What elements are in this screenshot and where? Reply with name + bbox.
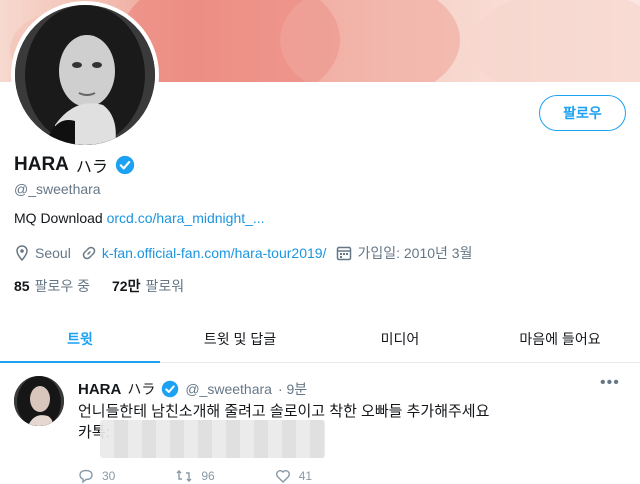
tab-tweets-replies[interactable]: 트윗 및 답글 bbox=[160, 316, 320, 362]
profile-handle: @_sweethara bbox=[14, 181, 101, 197]
more-icon[interactable]: ••• bbox=[600, 374, 620, 392]
location-pin-icon bbox=[16, 245, 28, 261]
profile-bio: MQ Download orcd.co/hara_midnight_... bbox=[14, 210, 265, 226]
reply-count: 30 bbox=[102, 469, 116, 483]
verified-badge-icon bbox=[162, 380, 179, 398]
retweet-icon bbox=[176, 470, 192, 482]
verified-badge-icon bbox=[115, 155, 135, 175]
tweet-author-kana: ハラ bbox=[127, 381, 156, 397]
joined-text: 가입일: 2010년 3월 bbox=[357, 245, 473, 261]
tweet-actions: 30 96 41 bbox=[78, 468, 312, 484]
tweet-header: HARA ハラ @_sweethara · 9분 bbox=[78, 379, 307, 399]
tweet-author-name[interactable]: HARA bbox=[78, 381, 121, 398]
following-label: 팔로우 중 bbox=[34, 278, 90, 294]
profile-meta: Seoul k-fan.official-fan.com/hara-tour20… bbox=[14, 243, 482, 263]
tweet-avatar-photo bbox=[14, 376, 64, 426]
profile-name-row: HARA ハラ bbox=[14, 153, 135, 177]
bio-link[interactable]: orcd.co/hara_midnight_... bbox=[107, 210, 265, 226]
tweet-time[interactable]: · 9분 bbox=[278, 379, 307, 399]
followers-stat[interactable]: 72만 팔로워 bbox=[112, 276, 184, 296]
link-icon bbox=[82, 246, 96, 260]
banner-blob bbox=[280, 0, 460, 82]
website-link[interactable]: k-fan.official-fan.com/hara-tour2019/ bbox=[102, 245, 327, 261]
redacted-blur bbox=[100, 420, 325, 458]
like-icon bbox=[275, 470, 290, 483]
calendar-icon bbox=[337, 246, 352, 261]
tab-tweets[interactable]: 트윗 bbox=[0, 316, 160, 363]
bio-text: MQ Download bbox=[14, 210, 103, 226]
retweet-count: 96 bbox=[201, 469, 215, 483]
avatar-photo bbox=[15, 5, 155, 145]
followers-label: 팔로워 bbox=[145, 278, 185, 294]
location-text: Seoul bbox=[35, 245, 71, 261]
profile-name: HARA bbox=[14, 154, 69, 175]
tweet-avatar[interactable] bbox=[14, 376, 64, 426]
profile-joined: 가입일: 2010년 3월 bbox=[336, 243, 472, 263]
followers-count: 72만 bbox=[112, 278, 141, 294]
banner-blob bbox=[470, 0, 640, 82]
tab-media[interactable]: 미디어 bbox=[320, 316, 480, 362]
following-count: 85 bbox=[14, 278, 30, 294]
profile-tabs: 트윗 트윗 및 답글 미디어 마음에 들어요 bbox=[0, 316, 640, 363]
tab-likes[interactable]: 마음에 들어요 bbox=[480, 316, 640, 362]
following-stat[interactable]: 85 팔로우 중 bbox=[14, 276, 90, 296]
like-action[interactable]: 41 bbox=[275, 468, 312, 484]
like-count: 41 bbox=[298, 469, 313, 483]
profile-name-kana: ハラ bbox=[75, 159, 108, 176]
tweet-author-handle[interactable]: @_sweethara bbox=[185, 381, 272, 397]
profile-avatar[interactable] bbox=[11, 1, 159, 149]
follow-button[interactable]: 팔로우 bbox=[539, 95, 626, 131]
retweet-action[interactable]: 96 bbox=[175, 468, 215, 484]
profile-website[interactable]: k-fan.official-fan.com/hara-tour2019/ bbox=[81, 245, 327, 261]
reply-icon bbox=[79, 469, 93, 484]
reply-action[interactable]: 30 bbox=[78, 468, 115, 484]
tweet-line-1: 언니들한테 남친소개해 줄려고 솔로이고 착한 오빠들 추가해주세요 bbox=[78, 403, 490, 420]
profile-stats: 85 팔로우 중 72만 팔로워 bbox=[14, 276, 184, 296]
profile-location: Seoul bbox=[14, 245, 71, 261]
